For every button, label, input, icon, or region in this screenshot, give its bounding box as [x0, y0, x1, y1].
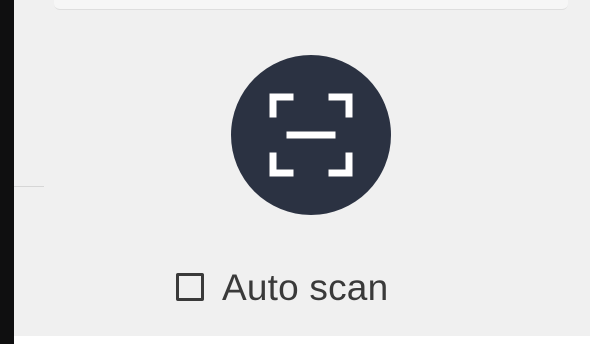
auto-scan-option[interactable]: Auto scan: [176, 260, 388, 314]
auto-scan-label: Auto scan: [222, 266, 389, 308]
scan-button[interactable]: [231, 55, 391, 215]
side-divider-line: [14, 186, 44, 187]
window-left-edge: [0, 0, 14, 344]
top-divider-strip: [54, 0, 568, 10]
scanner-panel-page: Auto scan: [0, 0, 597, 344]
auto-scan-checkbox[interactable]: [176, 273, 204, 301]
scan-panel: Auto scan: [14, 0, 590, 336]
scan-frame-icon: [269, 93, 353, 177]
